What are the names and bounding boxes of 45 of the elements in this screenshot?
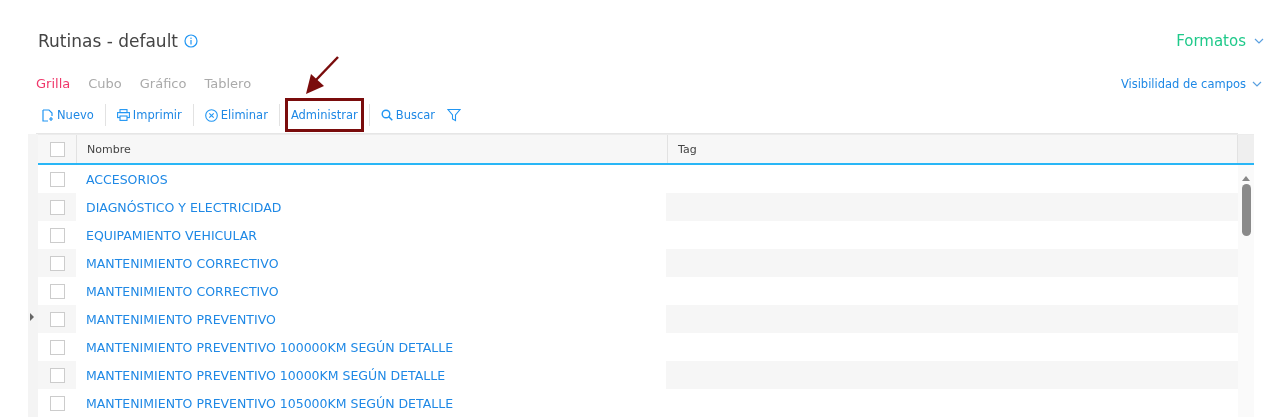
page-title: Rutinas - default (38, 31, 179, 51)
new-document-icon (42, 108, 54, 122)
search-button[interactable]: Buscar (380, 108, 436, 122)
manage-button[interactable]: Administrar (290, 108, 358, 122)
chevron-down-icon (1252, 80, 1262, 87)
routine-link[interactable]: MANTENIMIENTO PREVENTIVO 105000KM SEGÚN DETALLE (86, 395, 454, 411)
row-checkbox[interactable] (49, 227, 65, 243)
row-checkbox[interactable] (49, 255, 65, 271)
view-tab[interactable]: Gráfico (139, 76, 205, 91)
row-checkbox[interactable] (49, 395, 65, 411)
routine-link[interactable]: ACCESORIOS (86, 171, 168, 187)
routine-link[interactable]: MANTENIMIENTO PREVENTIVO 100000KM SEGÚN DETALLE (86, 339, 454, 355)
annotation-arrow (304, 56, 340, 96)
search-icon (380, 109, 393, 121)
scrollbar-thumb[interactable] (1241, 184, 1251, 236)
row-checkbox[interactable] (49, 283, 65, 299)
field-visibility-dropdown[interactable]: Visibilidad de campos (1120, 76, 1262, 91)
scroll-up-icon[interactable] (1241, 175, 1251, 181)
chevron-down-icon (1254, 38, 1264, 44)
view-tab[interactable]: Tablero (204, 76, 270, 91)
column-header[interactable]: Nombre (77, 135, 668, 163)
filter-icon[interactable] (447, 108, 462, 122)
row-checkbox[interactable] (49, 199, 65, 215)
routine-link[interactable]: MANTENIMIENTO CORRECTIVO (86, 255, 279, 271)
row-checkbox[interactable] (49, 339, 65, 355)
delete-button[interactable]: Eliminar (204, 108, 268, 122)
scrollbar[interactable] (1238, 165, 1254, 417)
select-all-checkbox[interactable] (49, 141, 65, 157)
formats-dropdown[interactable]: Formatos (1176, 32, 1264, 50)
view-tab[interactable]: Grilla (36, 76, 89, 91)
printer-icon (116, 109, 130, 121)
row-checkbox[interactable] (49, 171, 65, 187)
row-checkbox[interactable] (49, 311, 65, 327)
routine-link[interactable]: MANTENIMIENTO PREVENTIVO 10000KM SEGÚN DETALLE (86, 367, 446, 383)
routine-link[interactable]: MANTENIMIENTO CORRECTIVO (86, 283, 279, 299)
routine-link[interactable]: MANTENIMIENTO PREVENTIVO (86, 311, 276, 327)
row-checkbox[interactable] (49, 367, 65, 383)
print-button[interactable]: Imprimir (116, 108, 182, 122)
view-tab[interactable]: Cubo (88, 76, 140, 91)
info-icon[interactable] (184, 34, 199, 48)
expand-handle-icon[interactable] (30, 313, 34, 321)
new-button[interactable]: Nuevo (42, 108, 94, 122)
close-circle-icon (204, 108, 218, 122)
routine-link[interactable]: EQUIPAMIENTO VEHICULAR (86, 227, 257, 243)
routine-link[interactable]: DIAGNÓSTICO Y ELECTRICIDAD (86, 199, 282, 215)
